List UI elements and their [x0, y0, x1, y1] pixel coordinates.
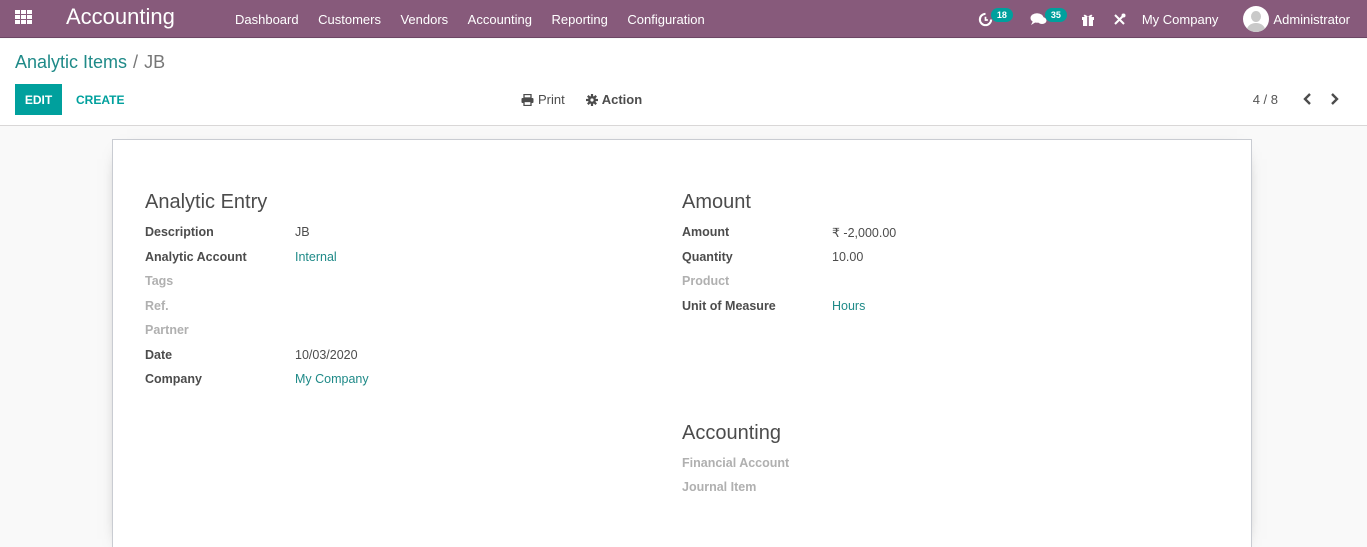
menu-item-dashboard[interactable]: Dashboard	[235, 12, 299, 27]
breadcrumb-separator: /	[133, 52, 139, 72]
chevron-left-icon	[1302, 93, 1311, 105]
group-title-accounting: Accounting	[682, 422, 781, 444]
user-menu[interactable]: Administrator	[1243, 6, 1350, 32]
gift-icon	[1081, 14, 1094, 26]
breadcrumb-current: JB	[144, 52, 166, 72]
label-unit-of-measure: Unit of Measure	[682, 299, 776, 313]
label-journal-item: Journal Item	[682, 480, 757, 494]
action-dropdown[interactable]: Action	[585, 92, 643, 107]
pager-value[interactable]: 4 / 8	[1253, 92, 1278, 107]
messages-count-badge: 35	[1044, 8, 1067, 22]
value-date: 10/03/2020	[295, 348, 358, 362]
activity-count-badge: 18	[990, 8, 1013, 22]
label-date: Date	[145, 348, 173, 362]
breadcrumb-analytic-items[interactable]: Analytic Items	[15, 52, 127, 72]
label-product: Product	[682, 274, 730, 288]
control-panel: Analytic Items / JB EDIT CREATE Print Acti…	[0, 39, 1367, 126]
main-menu: Dashboard Customers Vendors Accounting R…	[235, 0, 724, 38]
messages-button[interactable]: 35	[1030, 8, 1067, 26]
tools-icon	[1114, 13, 1126, 25]
print-dropdown[interactable]: Print	[521, 92, 565, 107]
app-title: Accounting	[66, 4, 175, 29]
top-navbar: Accounting Dashboard Customers Vendors A…	[0, 0, 1367, 38]
menu-item-configuration[interactable]: Configuration	[627, 12, 704, 27]
chevron-right-icon	[1330, 93, 1339, 105]
value-unit-of-measure-link[interactable]: Hours	[832, 299, 865, 313]
apps-menu-icon[interactable]	[15, 10, 33, 24]
label-quantity: Quantity	[682, 250, 733, 264]
label-company: Company	[145, 372, 202, 386]
breadcrumb: Analytic Items / JB	[15, 52, 165, 73]
print-label: Print	[538, 92, 565, 107]
create-button[interactable]: CREATE	[76, 84, 124, 115]
user-name: Administrator	[1273, 11, 1350, 27]
value-amount: ₹ -2,000.00	[832, 226, 897, 240]
value-quantity: 10.00	[832, 250, 864, 264]
pager-next-button[interactable]	[1327, 91, 1341, 107]
action-label: Action	[601, 92, 643, 107]
menu-item-reporting[interactable]: Reporting	[552, 12, 608, 27]
group-title-analytic-entry: Analytic Entry	[145, 191, 268, 213]
value-description: JB	[295, 225, 310, 239]
debug-tools-button[interactable]	[1113, 13, 1126, 26]
label-partner: Partner	[145, 323, 189, 337]
label-financial-account: Financial Account	[682, 456, 790, 470]
user-avatar	[1243, 6, 1270, 32]
value-analytic-account-link[interactable]: Internal	[295, 250, 337, 264]
gift-button[interactable]	[1081, 13, 1095, 26]
pager-navigation	[1287, 91, 1341, 107]
print-icon	[521, 93, 534, 106]
menu-item-accounting[interactable]: Accounting	[468, 12, 532, 27]
label-amount: Amount	[682, 225, 730, 239]
form-sheet: Analytic Entry Description JB Analytic A…	[112, 139, 1252, 547]
gear-icon	[585, 93, 598, 106]
label-analytic-account: Analytic Account	[145, 250, 247, 264]
value-company-link[interactable]: My Company	[295, 372, 369, 386]
pager-previous-button[interactable]	[1300, 91, 1314, 107]
systray: 18 35 My Company Administrator	[978, 0, 1367, 38]
menu-item-vendors[interactable]: Vendors	[400, 12, 448, 27]
edit-button[interactable]: EDIT	[15, 84, 62, 115]
activity-button[interactable]: 18	[978, 8, 1013, 27]
group-title-amount: Amount	[682, 191, 751, 213]
label-ref: Ref.	[145, 299, 169, 313]
sidebar-actions: Print Action	[521, 92, 663, 107]
label-description: Description	[145, 225, 214, 239]
company-switcher[interactable]: My Company	[1142, 12, 1219, 27]
label-tags: Tags	[145, 274, 174, 288]
menu-item-customers[interactable]: Customers	[318, 12, 381, 27]
